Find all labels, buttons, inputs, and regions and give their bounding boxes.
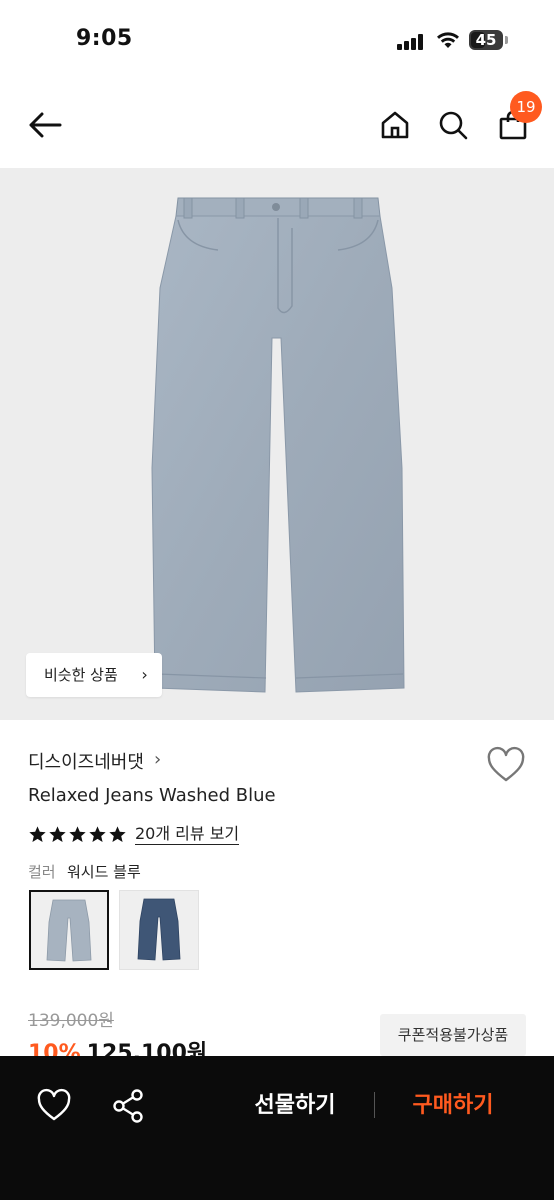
home-icon [381, 111, 409, 139]
back-button[interactable] [22, 102, 68, 148]
bottom-action-bar: 선물하기 구매하기 [0, 1056, 554, 1200]
product-image[interactable]: 비슷한 상품 › [0, 168, 554, 720]
swatch-jeans-light [46, 899, 92, 962]
buy-button[interactable]: 구매하기 [398, 1086, 508, 1126]
bottom-divider [374, 1092, 375, 1118]
star-icon [69, 825, 86, 842]
rating-row: 20개 리뷰 보기 [28, 821, 240, 847]
color-label: 컬러 [28, 863, 56, 881]
chevron-right-icon: › [141, 665, 148, 684]
battery-indicator: 45 [469, 30, 509, 52]
similar-products-button[interactable]: 비슷한 상품 › [26, 653, 162, 697]
star-icon [109, 825, 126, 842]
wifi-icon [437, 32, 459, 48]
share-button[interactable] [108, 1086, 148, 1126]
color-swatch-washed-blue[interactable] [29, 890, 109, 970]
bottom-wishlist-button[interactable] [34, 1086, 74, 1126]
color-value: 워시드 블루 [67, 863, 141, 881]
heart-icon [37, 1088, 71, 1121]
wishlist-button[interactable] [486, 746, 526, 786]
brand-link[interactable]: 디스이즈네버댓 [28, 748, 144, 774]
cellular-signal-icon [397, 34, 423, 50]
star-icon [29, 825, 46, 842]
status-bar: 9:05 45 [0, 0, 554, 80]
original-price: 139,000원 [28, 1011, 114, 1031]
swatch-jeans-dark [137, 898, 181, 961]
search-icon [439, 111, 468, 140]
status-time: 9:05 [76, 26, 133, 51]
jeans-image [151, 197, 405, 693]
app-header [0, 80, 554, 168]
similar-products-label: 비슷한 상품 [44, 666, 118, 684]
cart-count-badge: 19 [510, 91, 542, 123]
back-arrow-icon [29, 112, 62, 138]
gift-button[interactable]: 선물하기 [240, 1086, 350, 1126]
rating-stars [28, 825, 127, 844]
product-name: Relaxed Jeans Washed Blue [28, 785, 276, 806]
search-button[interactable] [432, 104, 474, 146]
coupon-unavailable-tag: 쿠폰적용불가상품 [380, 1014, 526, 1056]
battery-body: 45 [469, 30, 503, 50]
review-link[interactable]: 20개 리뷰 보기 [135, 824, 240, 845]
share-icon [113, 1089, 143, 1123]
star-icon [49, 825, 66, 842]
home-button[interactable] [374, 104, 416, 146]
brand-chevron-icon: › [154, 749, 162, 770]
battery-percent: 45 [475, 31, 497, 49]
battery-tip [505, 36, 508, 44]
heart-icon [487, 746, 525, 782]
star-icon [89, 825, 106, 842]
color-swatch-dark-indigo[interactable] [119, 890, 199, 970]
